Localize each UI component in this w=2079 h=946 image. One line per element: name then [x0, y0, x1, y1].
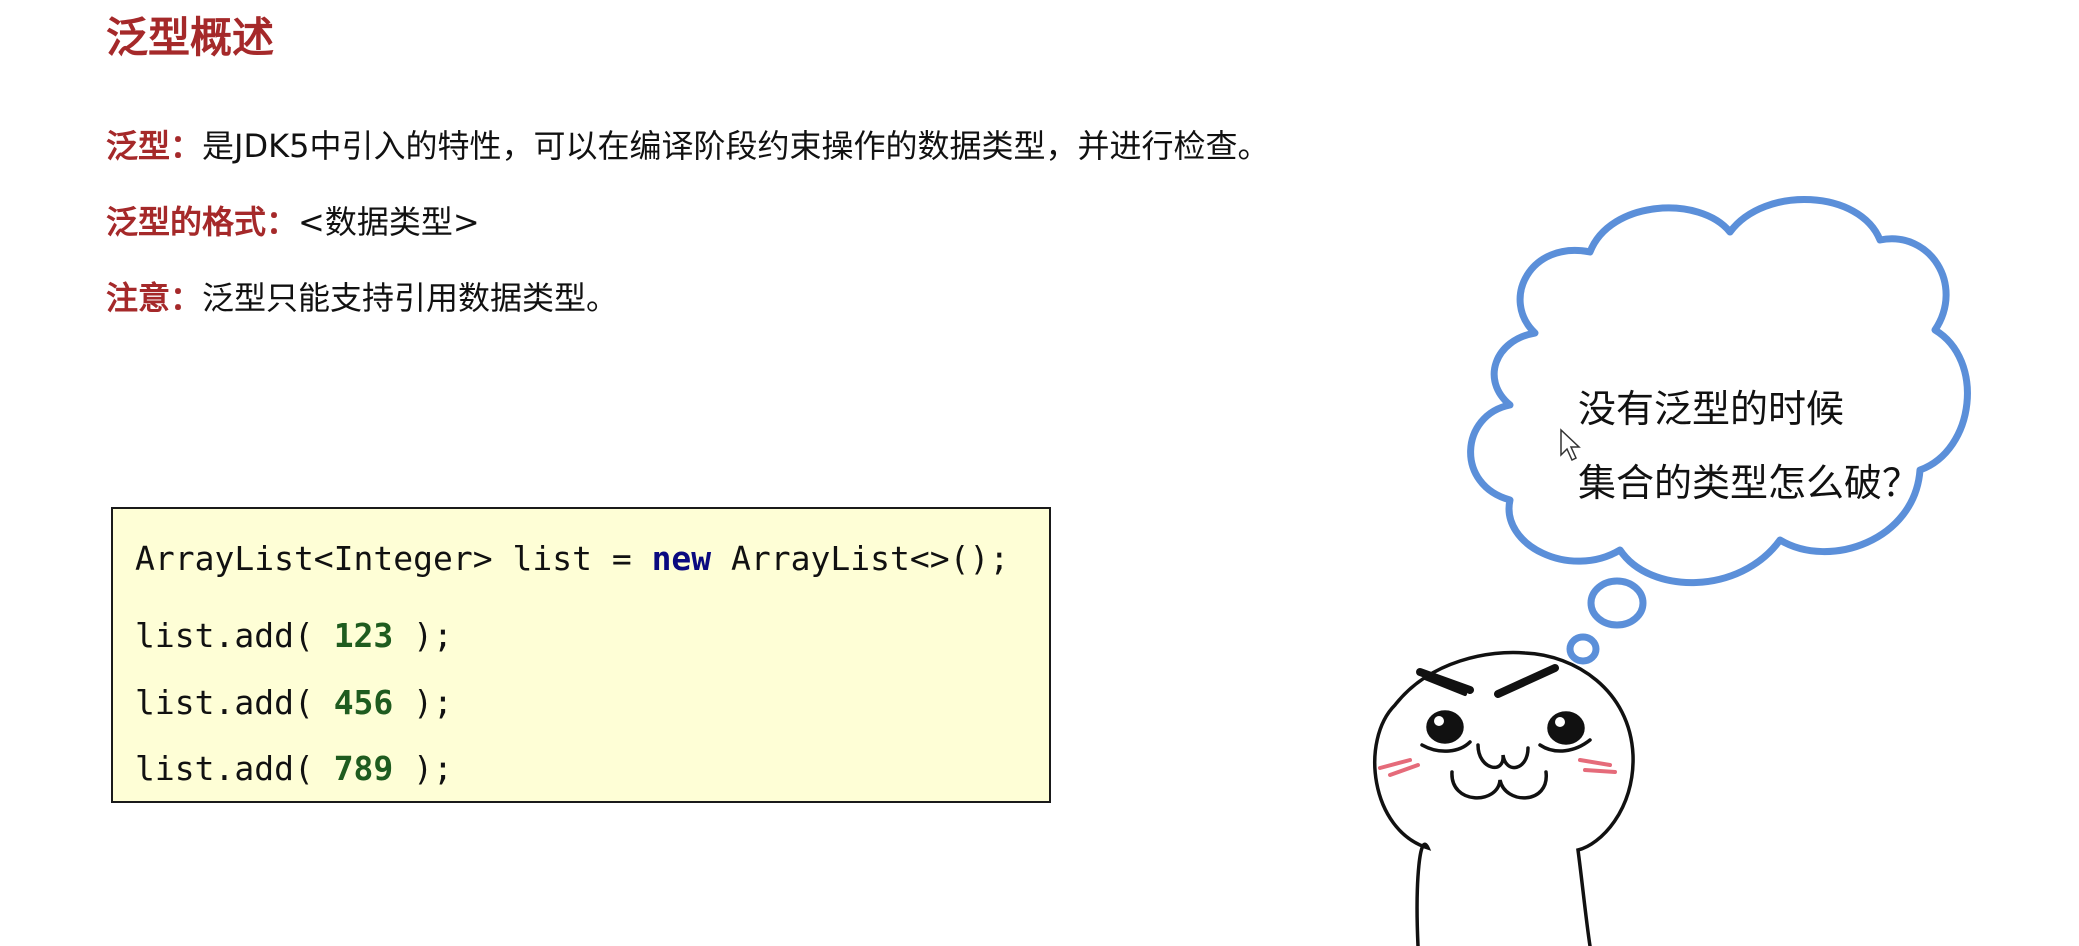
cartoon-face — [1373, 650, 1635, 946]
thought-bubble-large — [1587, 577, 1647, 629]
thought-bubble-small — [1566, 633, 1600, 665]
thought-text-line1: 没有泛型的时候 — [1578, 387, 1845, 431]
thought-text-line2: 集合的类型怎么破？ — [1578, 461, 1921, 505]
